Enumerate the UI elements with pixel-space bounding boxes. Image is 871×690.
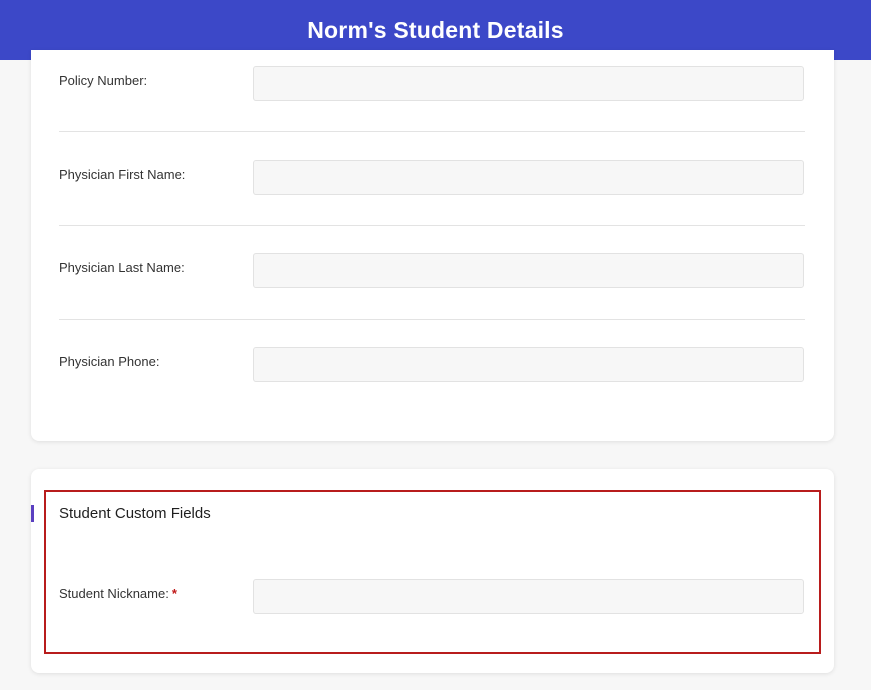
physician-phone-row: Physician Phone: [59,347,805,385]
section-marker [31,505,34,522]
medical-info-card: Policy Number: Physician First Name: Phy… [31,50,834,441]
policy-number-label: Policy Number: [59,73,148,88]
physician-first-name-row: Physician First Name: [59,160,805,198]
student-nickname-label: Student Nickname: * [59,579,177,617]
policy-number-input[interactable] [253,66,804,101]
section-title: Student Custom Fields [59,505,211,522]
physician-phone-label: Physician Phone: [59,354,160,369]
divider [59,225,805,226]
policy-number-row: Policy Number: [59,66,805,104]
physician-last-name-input[interactable] [253,253,804,288]
physician-last-name-row: Physician Last Name: [59,253,805,291]
student-nickname-label-text: Student Nickname: [59,586,169,601]
physician-first-name-label: Physician First Name: [59,167,186,182]
physician-phone-input[interactable] [253,347,804,382]
student-nickname-row: Student Nickname: * [59,579,805,617]
physician-last-name-label: Physician Last Name: [59,260,185,275]
page-title: Norm's Student Details [307,16,564,43]
divider [59,319,805,320]
student-nickname-input[interactable] [253,579,804,614]
required-marker: * [171,586,177,601]
custom-fields-card: Student Nickname: * [31,469,834,673]
divider [59,131,805,132]
physician-first-name-input[interactable] [253,160,804,195]
